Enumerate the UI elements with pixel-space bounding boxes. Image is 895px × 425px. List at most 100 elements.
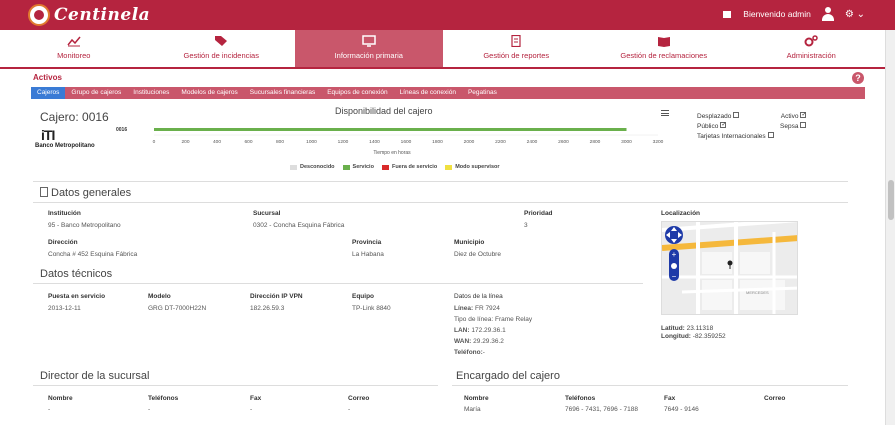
chart-x-tick-7: 1400 xyxy=(369,139,380,145)
sucursal-label: Sucursal xyxy=(253,210,281,217)
logo-text: Centinela xyxy=(54,5,151,25)
wan-row: WAN: 29.29.36.2 xyxy=(454,338,504,345)
legend-item-servicio[interactable]: Servicio xyxy=(342,164,374,170)
ip-value: 182.26.59.3 xyxy=(250,305,285,312)
modelo-value: GRG DT-7000H22N xyxy=(148,305,207,312)
chart-x-tick-5: 1000 xyxy=(306,139,317,145)
scrollbar-thumb[interactable] xyxy=(888,180,894,220)
ip-label: Dirección IP VPN xyxy=(250,293,303,300)
equipo-value: TP-Link 8840 xyxy=(352,305,391,312)
module-nav: Monitoreo Gestión de incidencias Informa… xyxy=(0,30,885,69)
module-incidencias[interactable]: Gestión de incidencias xyxy=(148,30,296,67)
datos-tecnicos-heading: Datos técnicos xyxy=(40,268,113,280)
lan-row: LAN: 172.29.36.1 xyxy=(454,327,506,334)
linea-row: Línea: FR 7924 xyxy=(454,305,500,312)
director-telefonos-value: - xyxy=(148,406,151,413)
section-title: Activos xyxy=(33,73,62,82)
direccion-label: Dirección xyxy=(48,239,78,246)
map-zoom-control-icon[interactable]: + − xyxy=(669,249,679,281)
settings-dropdown-icon[interactable]: ⚙ ⌄ xyxy=(845,9,865,20)
chart-ticks: 0 200 400 600 800 1000 1200 1400 1600 1800 2000 220… xyxy=(153,139,664,145)
chart-x-tick-4: 800 xyxy=(276,139,284,145)
module-reclamaciones[interactable]: Gestión de reclamaciones xyxy=(590,30,738,67)
chart-x-tick-0: 0 xyxy=(153,139,156,145)
map-canvas[interactable]: MERCEDES + − xyxy=(662,222,798,315)
puesta-value: 2013-12-11 xyxy=(48,305,81,312)
linea-heading: Datos de la línea xyxy=(454,293,503,300)
latitud: Latitud: 23.11318 xyxy=(661,325,714,332)
module-label: Información primaria xyxy=(334,51,403,60)
desplazado-checkbox[interactable] xyxy=(733,112,740,119)
encargado-nombre-label: Nombre xyxy=(464,395,489,402)
help-icon[interactable]: ? xyxy=(852,72,864,84)
top-bar: Centinela Bienvenido admin ⚙ ⌄ xyxy=(0,0,895,30)
page-scrollbar[interactable] xyxy=(885,30,895,425)
activo-checkbox[interactable] xyxy=(800,110,806,120)
chart-category-label: 0016 xyxy=(116,127,127,133)
module-reportes[interactable]: Gestión de reportes xyxy=(443,30,591,67)
subnav-cajeros[interactable]: Cajeros xyxy=(31,87,66,99)
user-area: Bienvenido admin ⚙ ⌄ xyxy=(723,7,865,21)
divider xyxy=(33,181,848,182)
chart-bars xyxy=(154,128,627,131)
chart-x-tick-14: 2800 xyxy=(590,139,601,145)
subnav-pegatinas[interactable]: Pegatinas xyxy=(462,87,503,99)
module-informacion-primaria[interactable]: Información primaria xyxy=(295,30,443,67)
module-monitoreo[interactable]: Monitoreo xyxy=(0,30,148,67)
publico-checkbox[interactable] xyxy=(720,120,726,130)
telefono-row: Teléfono:- xyxy=(454,349,485,356)
cogs-icon xyxy=(738,35,886,51)
chart-bar-segment-0[interactable] xyxy=(154,128,627,131)
legend-item-modo-supervisor[interactable]: Modo supervisor xyxy=(445,164,500,170)
encargado-telefonos-value: 7696 - 7431, 7696 - 7188 xyxy=(565,406,639,413)
subnav-sucursales[interactable]: Sucursales financieras xyxy=(244,87,321,99)
location-map[interactable]: MERCEDES + − xyxy=(661,221,798,315)
logo-mark-icon xyxy=(28,4,50,26)
app-logo[interactable]: Centinela xyxy=(28,2,150,28)
monitor-icon xyxy=(295,35,443,51)
director-correo-value: - xyxy=(348,406,351,413)
sepsa-checkbox[interactable] xyxy=(800,122,807,129)
map-street-label: MERCEDES xyxy=(746,290,769,295)
file-icon xyxy=(443,34,591,51)
module-label: Gestión de incidencias xyxy=(183,51,259,60)
subnav-lineas[interactable]: Líneas de conexión xyxy=(394,87,462,99)
longitud: Longitud: -82.359252 xyxy=(661,333,726,340)
director-fax-label: Fax xyxy=(250,395,262,402)
subnav-modelos-cajeros[interactable]: Modelos de cajeros xyxy=(175,87,243,99)
provincia-label: Provincia xyxy=(352,239,382,246)
encargado-fax-label: Fax xyxy=(664,395,676,402)
tarjetas-label: Tarjetas Internacionales xyxy=(697,133,766,140)
chart-x-tick-9: 1800 xyxy=(432,139,443,145)
user-icon[interactable] xyxy=(821,7,835,21)
subnav-instituciones[interactable]: Instituciones xyxy=(127,87,175,99)
tag-icon xyxy=(148,35,296,51)
chart-x-tick-16: 3200 xyxy=(653,139,664,145)
flags-right: Activo Sepsa xyxy=(780,110,807,132)
divider xyxy=(33,283,643,284)
map-pan-control-icon[interactable] xyxy=(665,226,683,244)
welcome-text: Bienvenido admin xyxy=(743,9,811,19)
legend-item-desconocido[interactable]: Desconocido xyxy=(290,164,335,170)
chart-x-tick-6: 1200 xyxy=(338,139,349,145)
chart-x-tick-15: 3000 xyxy=(621,139,632,145)
chart-x-tick-8: 1600 xyxy=(401,139,412,145)
encargado-nombre-value: María xyxy=(464,406,481,413)
chart-menu-icon[interactable] xyxy=(661,110,669,116)
module-administracion[interactable]: Administración xyxy=(738,30,886,67)
subnav-grupo-cajeros[interactable]: Grupo de cajeros xyxy=(65,87,127,99)
encargado-fax-value: 7649 - 9146 xyxy=(664,406,699,413)
divider xyxy=(33,385,438,386)
sepsa-label: Sepsa xyxy=(780,123,799,130)
subnav-equipos[interactable]: Equipos de conexión xyxy=(321,87,393,99)
tarjetas-checkbox[interactable] xyxy=(767,132,774,139)
encargado-telefonos-label: Teléfonos xyxy=(565,395,596,402)
message-icon[interactable] xyxy=(723,10,732,18)
flags-left: Desplazado Público Tarjetas Internaciona… xyxy=(697,112,774,142)
director-heading: Director de la sucursal xyxy=(40,370,150,382)
equipo-label: Equipo xyxy=(352,293,375,300)
desplazado-label: Desplazado xyxy=(697,113,732,120)
legend-item-fuera-servicio[interactable]: Fuera de servicio xyxy=(381,164,437,170)
prioridad-label: Prioridad xyxy=(524,210,553,217)
chart-legend: Desconocido Servicio Fuera de servicio M… xyxy=(290,164,508,170)
